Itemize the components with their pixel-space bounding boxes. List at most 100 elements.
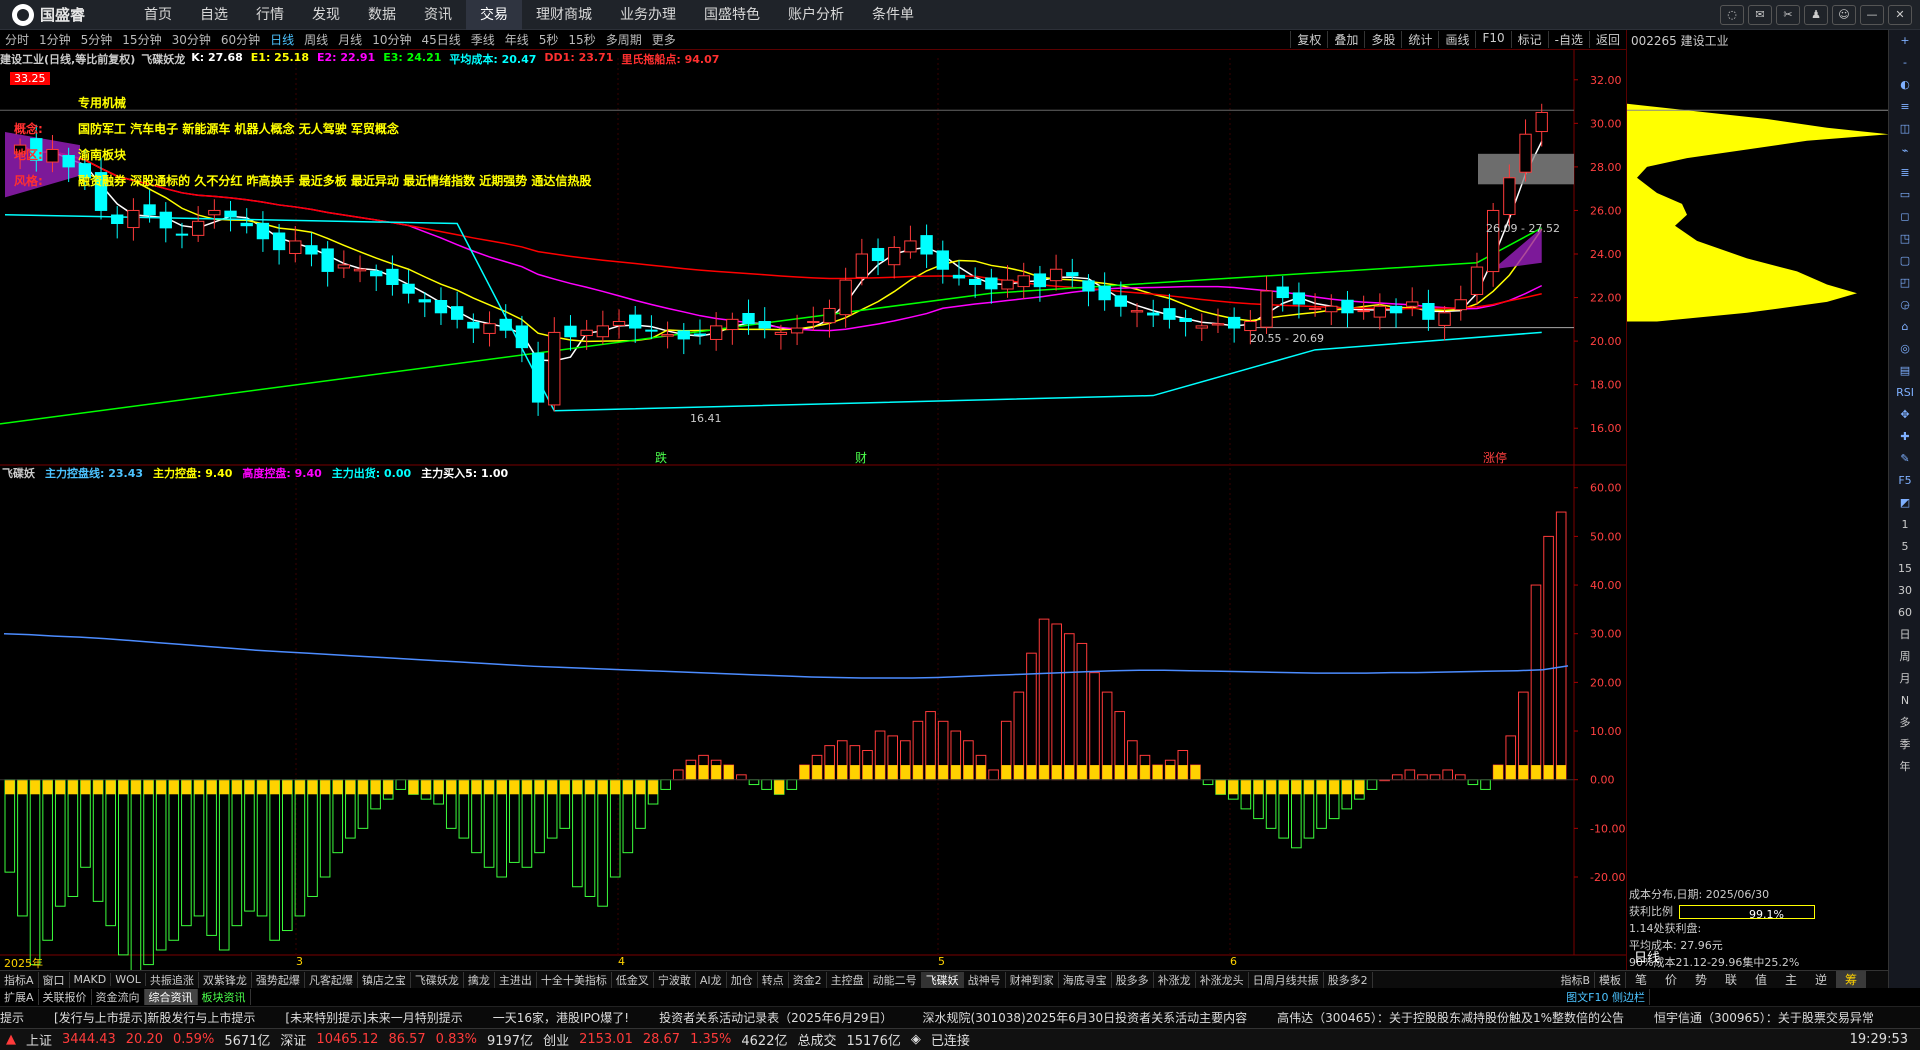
side-tool-icon[interactable]: ◳	[1889, 228, 1920, 250]
indicator-tab[interactable]: 宁波敢	[654, 971, 696, 988]
side-tool-icon[interactable]: 季	[1889, 734, 1920, 756]
nav-item[interactable]: 理财商城	[522, 0, 606, 30]
maximize-icon[interactable]: ✕	[1888, 4, 1912, 25]
period-item[interactable]: 45日线	[416, 31, 465, 48]
extra-tab[interactable]: 综合资讯	[144, 989, 198, 1005]
right-tab[interactable]: 联	[1716, 971, 1746, 988]
indicator-tab[interactable]: AI龙	[696, 971, 727, 988]
period-item[interactable]: 季线	[466, 31, 500, 48]
right-tab[interactable]: 势	[1686, 971, 1716, 988]
side-tool-icon[interactable]: ◻	[1889, 206, 1920, 228]
side-tool-icon[interactable]: ✥	[1889, 404, 1920, 426]
nav-item[interactable]: 发现	[298, 0, 354, 30]
side-tool-icon[interactable]: 日	[1889, 624, 1920, 646]
indicator-tab[interactable]: 主控盘	[827, 971, 869, 988]
side-tool-icon[interactable]: N	[1889, 690, 1920, 712]
news-right-tab[interactable]: 图文F10 侧边栏	[1562, 989, 1650, 1005]
period-item[interactable]: 10分钟	[367, 31, 416, 48]
side-tool-icon[interactable]: ≣	[1889, 162, 1920, 184]
period-item[interactable]: 多周期	[601, 31, 647, 48]
side-tool-icon[interactable]: ⌂	[1889, 316, 1920, 338]
indicator-tab[interactable]: 主进出	[495, 971, 537, 988]
side-tool-icon[interactable]: 年	[1889, 756, 1920, 778]
indicator-tab[interactable]: 共振追涨	[146, 971, 199, 988]
chart-tool-button[interactable]: 多股	[1364, 31, 1401, 48]
side-tool-icon[interactable]: 月	[1889, 668, 1920, 690]
indicator-tab[interactable]: 转点	[758, 971, 789, 988]
nav-item[interactable]: 条件单	[858, 0, 928, 30]
extra-tab[interactable]: 板块资讯	[198, 989, 251, 1005]
nav-item[interactable]: 交易	[466, 0, 522, 30]
period-item[interactable]: 分时	[0, 31, 34, 48]
news-item[interactable]: 提示	[0, 1009, 24, 1026]
chart-tool-button[interactable]: F10	[1475, 31, 1510, 48]
minimize-icon[interactable]: —	[1860, 4, 1884, 25]
indicator-tab[interactable]: 十全十美指标	[537, 971, 612, 988]
news-item[interactable]: [发行与上市提示]新股发行与上市提示	[54, 1009, 255, 1026]
mail-icon[interactable]: ✉	[1748, 4, 1772, 25]
indicator-tab[interactable]: 凡客起爆	[305, 971, 358, 988]
side-tool-icon[interactable]: 5	[1889, 536, 1920, 558]
side-tool-icon[interactable]: +	[1889, 30, 1920, 52]
side-tool-icon[interactable]: RSI	[1889, 382, 1920, 404]
indicator-tab[interactable]: MAKD	[70, 973, 112, 986]
side-tool-icon[interactable]: 30	[1889, 580, 1920, 602]
indicator-tab[interactable]: 海底寻宝	[1059, 971, 1112, 988]
period-item[interactable]: 60分钟	[216, 31, 265, 48]
indicator-tab[interactable]: 飞碟妖	[921, 971, 964, 988]
indicator-tab[interactable]: 指标A	[0, 971, 39, 988]
chart-tool-button[interactable]: 复权	[1290, 31, 1327, 48]
indicator-name[interactable]: 飞碟妖龙	[141, 51, 185, 67]
period-item[interactable]: 15秒	[563, 31, 600, 48]
side-tool-icon[interactable]: -	[1889, 52, 1920, 74]
chart-tool-button[interactable]: 返回	[1588, 31, 1626, 48]
chart-tool-button[interactable]: -自选	[1547, 31, 1589, 48]
app-logo[interactable]: 国盛睿	[0, 3, 130, 26]
news-item[interactable]: 高伟达（300465）：关于控股股东减持股份触及1%整数倍的公告	[1277, 1009, 1624, 1026]
period-item[interactable]: 更多	[647, 31, 681, 48]
side-tool-icon[interactable]: 60	[1889, 602, 1920, 624]
side-tool-icon[interactable]: ▢	[1889, 250, 1920, 272]
period-item[interactable]: 30分钟	[167, 31, 216, 48]
nav-item[interactable]: 国盛特色	[690, 0, 774, 30]
indicator-tab[interactable]: 双紫锋龙	[199, 971, 252, 988]
side-tool-icon[interactable]: 1	[1889, 514, 1920, 536]
tool-icon[interactable]: ✂	[1776, 4, 1800, 25]
indicator-tab[interactable]: 资金2	[789, 971, 827, 988]
chart-tool-button[interactable]: 统计	[1401, 31, 1438, 48]
indicator-right-tab[interactable]: 指标B	[1556, 971, 1595, 988]
user-icon[interactable]: ☺	[1832, 4, 1856, 25]
indicator-tab[interactable]: 补涨龙	[1154, 971, 1196, 988]
period-item[interactable]: 5秒	[534, 31, 564, 48]
indicator-tab[interactable]: 日周月线共振	[1249, 971, 1324, 988]
right-tab[interactable]: 主	[1776, 971, 1806, 988]
indicator-tab[interactable]: 战神号	[964, 971, 1006, 988]
indicator-tab[interactable]: 擒龙	[464, 971, 495, 988]
right-tab[interactable]: 笔	[1626, 971, 1656, 988]
side-tool-icon[interactable]: 周	[1889, 646, 1920, 668]
period-item[interactable]: 周线	[299, 31, 333, 48]
indicator-tab[interactable]: 股多多	[1112, 971, 1154, 988]
side-tool-icon[interactable]: ≡	[1889, 96, 1920, 118]
indicator-tab[interactable]: 财神到家	[1006, 971, 1059, 988]
indicator-tab[interactable]: 强势起爆	[252, 971, 305, 988]
nav-item[interactable]: 行情	[242, 0, 298, 30]
side-tool-icon[interactable]: 多	[1889, 712, 1920, 734]
side-tool-icon[interactable]: ◶	[1889, 294, 1920, 316]
right-tab[interactable]: 价	[1656, 971, 1686, 988]
nav-item[interactable]: 业务办理	[606, 0, 690, 30]
chart-tool-button[interactable]: 标记	[1510, 31, 1548, 48]
side-tool-icon[interactable]: 15	[1889, 558, 1920, 580]
side-tool-icon[interactable]: ✎	[1889, 448, 1920, 470]
indicator-right-tab[interactable]: 模板	[1595, 971, 1626, 988]
extra-tab[interactable]: 扩展A	[0, 989, 39, 1005]
side-tool-icon[interactable]: F5	[1889, 470, 1920, 492]
indicator-tab[interactable]: 股多多2	[1324, 971, 1373, 988]
period-item[interactable]: 月线	[333, 31, 367, 48]
indicator-tab[interactable]: 飞碟妖龙	[411, 971, 464, 988]
indicator-tab[interactable]: 动能二号	[869, 971, 922, 988]
side-tool-icon[interactable]: ⌁	[1889, 140, 1920, 162]
side-tool-icon[interactable]: ✚	[1889, 426, 1920, 448]
period-item[interactable]: 年线	[500, 31, 534, 48]
indicator-tab[interactable]: 窗口	[39, 971, 70, 988]
